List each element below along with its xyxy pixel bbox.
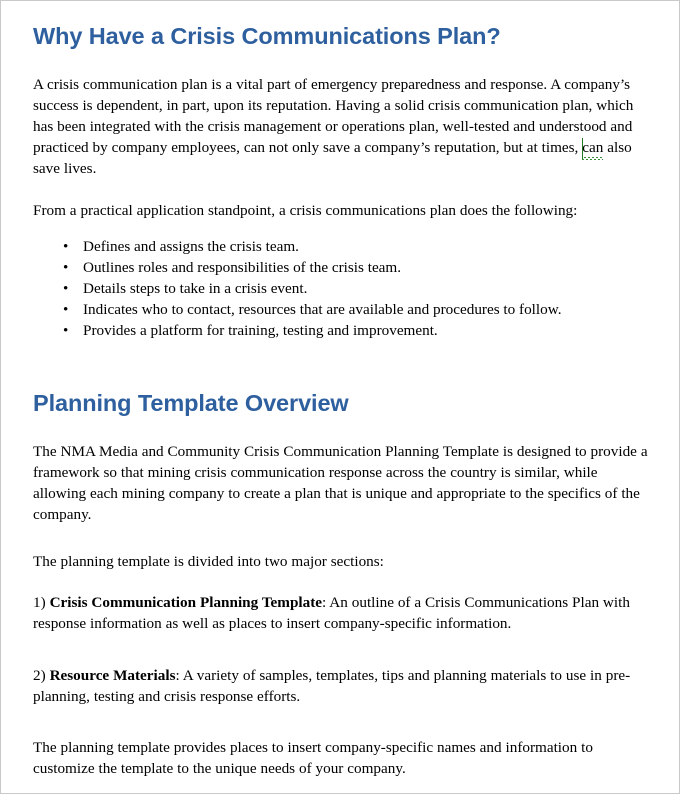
document-page: Why Have a Crisis Communications Plan? A… [0, 0, 680, 794]
section-heading-planning-template-overview: Planning Template Overview [33, 390, 349, 416]
bullet-icon: • [63, 279, 69, 297]
plan-capabilities-list: • Defines and assigns the crisis team. •… [33, 237, 657, 342]
list-item: • Details steps to take in a crisis even… [33, 279, 657, 300]
list-item: • Provides a platform for training, test… [33, 321, 657, 342]
list-item-label: Defines and assigns the crisis team. [83, 238, 299, 255]
paragraph-intro: A crisis communication plan is a vital p… [33, 75, 657, 180]
list-item-label: Provides a platform for training, testin… [83, 321, 438, 339]
list-item-label: Outlines roles and responsibilities of t… [83, 258, 402, 276]
list-item: • Defines and assigns the crisis team. [33, 237, 657, 258]
numbered-item-1-title: Crisis Communication Planning Template [49, 594, 323, 611]
numbered-item-2-number: 2) [33, 667, 50, 684]
bullet-icon: • [63, 300, 69, 318]
bullet-icon: • [63, 258, 69, 276]
paragraph-intro-text-a: A crisis communication plan is a vital p… [33, 76, 634, 156]
list-item: • Outlines roles and responsibilities of… [33, 258, 657, 279]
bullet-icon: • [63, 321, 69, 339]
numbered-item-2: 2) Resource Materials: A variety of samp… [33, 666, 653, 708]
numbered-item-1: 1) Crisis Communication Planning Templat… [33, 593, 653, 635]
numbered-item-1-number: 1) [33, 594, 50, 611]
section-heading-why-have-a-plan: Why Have a Crisis Communications Plan? [33, 23, 501, 49]
list-item: • Indicates who to contact, resources th… [33, 300, 657, 321]
paragraph-nma-template: The NMA Media and Community Crisis Commu… [33, 443, 648, 523]
paragraph-practical-application: From a practical application standpoint,… [33, 202, 578, 219]
spellcheck-flagged-word: can [582, 137, 604, 160]
paragraph-closing: The planning template provides places to… [33, 739, 593, 777]
bullet-icon: • [63, 238, 69, 255]
numbered-item-2-title: Resource Materials [49, 667, 176, 684]
list-item-label: Indicates who to contact, resources that… [83, 300, 562, 318]
paragraph-two-major-sections: The planning template is divided into tw… [33, 553, 384, 570]
list-item-label: Details steps to take in a crisis event. [83, 279, 308, 297]
